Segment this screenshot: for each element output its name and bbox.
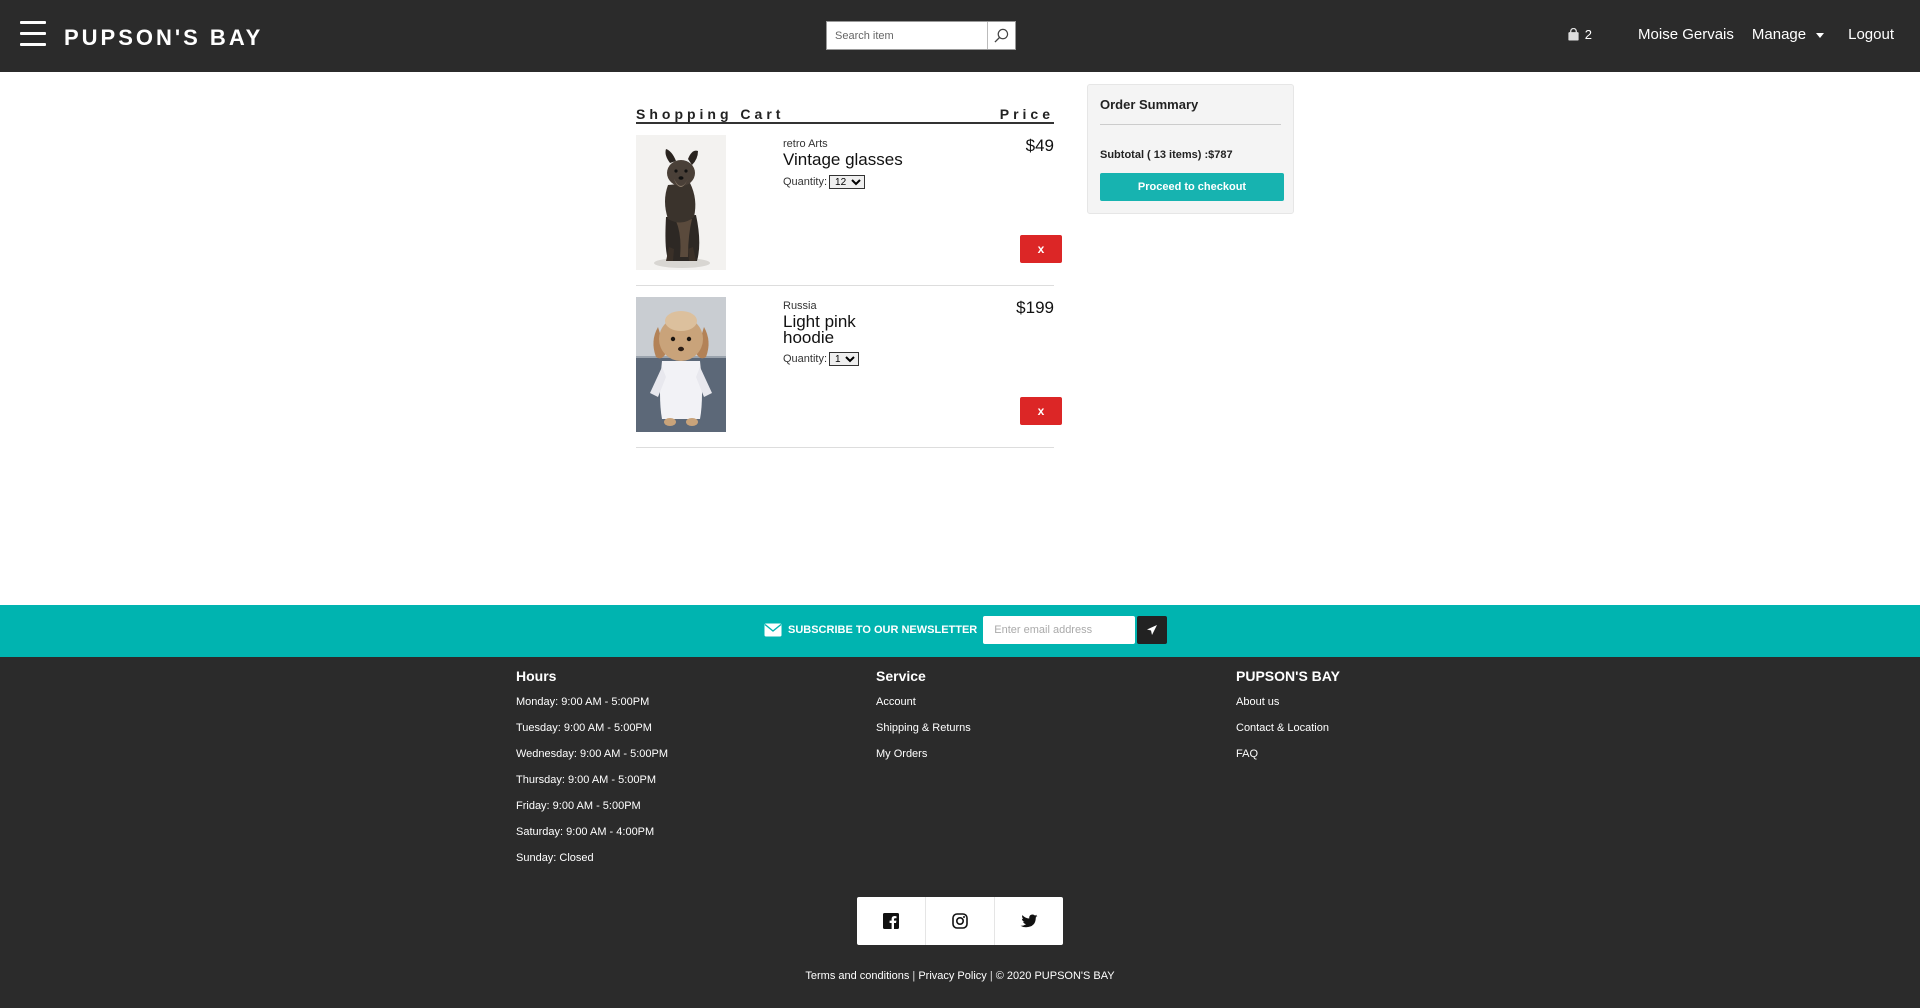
quantity-row: Quantity: 12	[783, 175, 866, 189]
paper-plane-icon	[1147, 625, 1158, 635]
copyright-text: © 2020 PUPSON'S BAY	[995, 970, 1115, 982]
newsletter-submit-button[interactable]	[1137, 616, 1168, 644]
instagram-icon	[952, 913, 968, 929]
search-input[interactable]	[827, 22, 987, 49]
search-box	[826, 21, 1016, 50]
hours-line: Wednesday: 9:00 AM - 5:00PM	[516, 748, 669, 760]
cart-count: 2	[1584, 27, 1593, 42]
hours-line: Monday: 9:00 AM - 5:00PM	[516, 696, 650, 708]
legal-bar: Terms and conditions | Privacy Policy | …	[0, 970, 1920, 982]
item-name[interactable]: Light pink hoodie	[783, 313, 867, 346]
shopping-bag-icon	[1568, 28, 1579, 41]
terms-link[interactable]: Terms and conditions	[805, 970, 909, 982]
cart-indicator[interactable]: 2	[1567, 27, 1592, 42]
newsletter-bar: SUBSCRIBE TO OUR NEWSLETTER	[0, 605, 1920, 657]
twitter-button[interactable]	[995, 897, 1063, 945]
item-origin: retro Arts	[783, 138, 828, 150]
footer-link-my-orders[interactable]: My Orders	[876, 746, 971, 772]
brand-logo[interactable]: PUPSON'S BAY	[64, 25, 263, 51]
user-nav: 2 Moise Gervais Manage Logout	[1567, 26, 1894, 43]
hours-line: Thursday: 9:00 AM - 5:00PM	[516, 774, 657, 786]
cart-title: Shopping Cart	[636, 106, 785, 122]
footer-company-column: PUPSON'S BAY About us Contact & Location…	[1236, 668, 1340, 772]
hours-line: Sunday: Closed	[516, 852, 594, 864]
cart-item: retro Arts Vintage glasses Quantity: 12 …	[636, 124, 1062, 286]
caret-down-icon	[1816, 32, 1825, 38]
quantity-label: Quantity:	[783, 176, 828, 188]
item-price: $49	[1025, 136, 1054, 155]
product-image-puppy-dark[interactable]	[636, 135, 726, 270]
shopping-cart: Shopping Cart Price retro Arts Vintage g…	[636, 104, 1062, 448]
quantity-select[interactable]: 12	[829, 175, 866, 189]
quantity-row: Quantity: 1	[783, 352, 860, 366]
cart-header: Shopping Cart Price	[636, 104, 1054, 124]
hours-line: Saturday: 9:00 AM - 4:00PM	[516, 826, 655, 838]
privacy-policy-link[interactable]: Privacy Policy	[918, 970, 986, 982]
proceed-to-checkout-button[interactable]: Proceed to checkout	[1100, 173, 1284, 201]
facebook-button[interactable]	[857, 897, 926, 945]
footer-link-shipping-returns[interactable]: Shipping & Returns	[876, 720, 971, 746]
quantity-select[interactable]: 1	[829, 352, 860, 366]
footer-link-faq[interactable]: FAQ	[1236, 746, 1340, 772]
price-column-header: Price	[999, 106, 1054, 122]
footer-hours-column: Hours Monday: 9:00 AM - 5:00PM Tuesday: …	[516, 668, 668, 876]
quantity-label: Quantity:	[783, 353, 828, 365]
newsletter-form: SUBSCRIBE TO OUR NEWSLETTER	[764, 615, 1168, 645]
manage-label: Manage	[1751, 26, 1807, 43]
order-summary-card: Order Summary Subtotal ( 13 items) :$787…	[1087, 84, 1294, 214]
social-links	[857, 897, 1063, 945]
user-name-link[interactable]: Moise Gervais	[1638, 26, 1734, 43]
footer-service-column: Service Account Shipping & Returns My Or…	[876, 668, 971, 772]
hours-line: Tuesday: 9:00 AM - 5:00PM	[516, 722, 652, 734]
top-navbar: PUPSON'S BAY 2 Moise Gervais Manage Logo…	[0, 0, 1920, 72]
hours-line: Friday: 9:00 AM - 5:00PM	[516, 800, 641, 812]
envelope-icon	[764, 623, 782, 637]
subtotal-text: Subtotal ( 13 items) :$787	[1100, 149, 1233, 161]
order-summary-title: Order Summary	[1100, 97, 1199, 112]
search-button[interactable]	[987, 22, 1015, 49]
newsletter-email-input[interactable]	[983, 616, 1136, 644]
item-name[interactable]: Vintage glasses	[783, 151, 913, 168]
product-image-puppy-hoodie[interactable]	[636, 297, 726, 432]
logout-link[interactable]: Logout	[1848, 26, 1894, 43]
item-origin: Russia	[783, 300, 817, 312]
instagram-button[interactable]	[926, 897, 995, 945]
service-heading: Service	[876, 668, 926, 684]
search-icon	[994, 28, 1009, 43]
footer: Hours Monday: 9:00 AM - 5:00PM Tuesday: …	[0, 657, 1920, 1008]
cart-item: Russia Light pink hoodie Quantity: 1 $19…	[636, 286, 1062, 448]
twitter-icon	[1020, 914, 1038, 927]
newsletter-label: SUBSCRIBE TO OUR NEWSLETTER	[788, 624, 978, 636]
divider	[1100, 124, 1281, 125]
remove-item-button[interactable]: x	[1020, 397, 1062, 425]
manage-dropdown[interactable]: Manage	[1751, 26, 1825, 43]
footer-link-account[interactable]: Account	[876, 694, 971, 720]
footer-link-about-us[interactable]: About us	[1236, 694, 1340, 720]
footer-link-contact-location[interactable]: Contact & Location	[1236, 720, 1340, 746]
menu-icon[interactable]	[20, 21, 46, 47]
company-heading: PUPSON'S BAY	[1236, 668, 1340, 684]
facebook-icon	[883, 913, 899, 929]
remove-item-button[interactable]: x	[1020, 235, 1062, 263]
hours-heading: Hours	[516, 668, 557, 684]
item-price: $199	[1016, 298, 1054, 317]
